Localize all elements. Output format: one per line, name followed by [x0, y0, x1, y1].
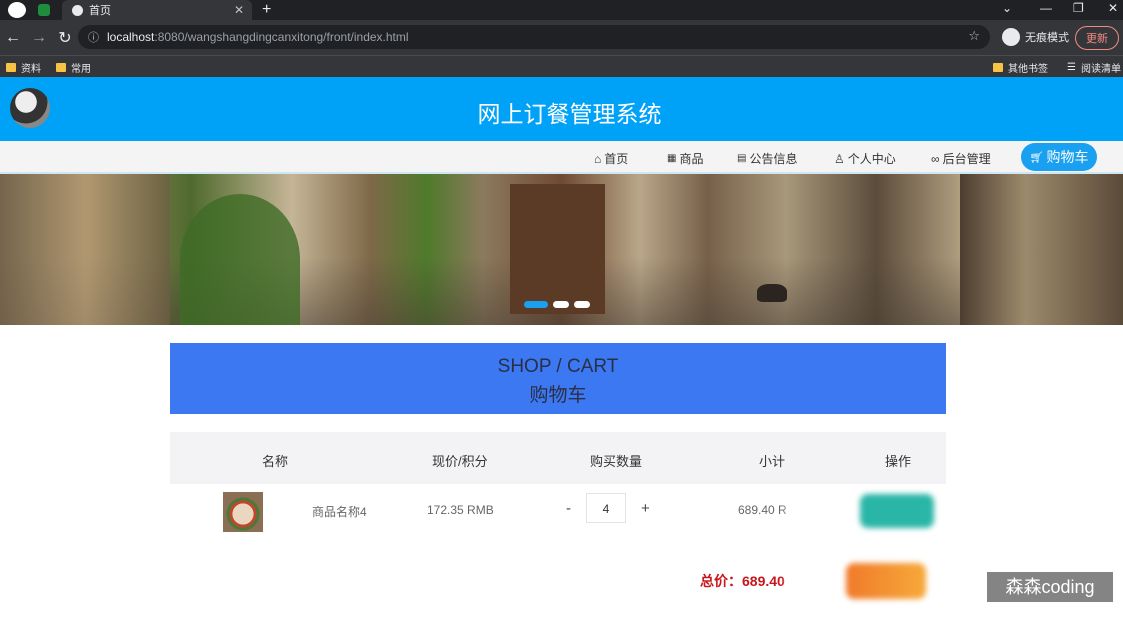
reload-icon[interactable]: ↻ [52, 28, 78, 48]
close-icon[interactable]: ✕ [1108, 1, 1118, 15]
star-icon[interactable]: ☆ [968, 28, 980, 44]
url-host: localhost [107, 30, 155, 44]
cart-icon: 🛒︎ [1029, 151, 1044, 164]
watermark: 森森coding [987, 572, 1113, 602]
nav-label: 商品 [679, 152, 704, 166]
folder-icon [6, 63, 16, 72]
nav-label: 个人中心 [847, 152, 896, 166]
carousel-dot[interactable] [524, 301, 548, 308]
quantity-increment-button[interactable]: + [641, 500, 650, 517]
incognito-indicator[interactable]: 无痕模式 [1002, 28, 1069, 46]
product-price: 172.35 RMB [427, 503, 494, 517]
home-icon: ⌂ [594, 151, 602, 166]
blur-overlay [787, 565, 827, 600]
update-button[interactable]: 更新 [1075, 26, 1119, 50]
bookmark-label: 资料 [21, 64, 41, 75]
notice-icon: ▤ [737, 153, 747, 164]
banner-tree [180, 194, 300, 325]
nav-label: 首页 [604, 152, 629, 166]
chevron-down-icon[interactable]: ⌄ [1002, 1, 1012, 15]
banner-door [510, 184, 605, 314]
restore-icon[interactable]: ❐ [1073, 1, 1084, 15]
nav-cart-label: 购物车 [1046, 149, 1089, 165]
incognito-icon [1002, 28, 1020, 46]
nav-cart-button[interactable]: 🛒︎ 购物车 [1021, 143, 1097, 171]
tab-title: 首页 [89, 5, 111, 17]
reading-list-icon: ☰ [1067, 62, 1076, 73]
cart-heading-zh: 购物车 [529, 385, 587, 406]
address-bar[interactable]: ⓘ localhost:8080/wangshangdingcanxitong/… [78, 25, 990, 49]
banner-image-part [0, 174, 170, 325]
globe-icon [72, 4, 83, 16]
link-icon: ∞ [931, 151, 940, 166]
bookmark-folder[interactable]: 资料 [6, 60, 41, 75]
carousel-dot[interactable] [574, 301, 590, 308]
sheet-tab-icon[interactable] [38, 4, 50, 16]
product-name[interactable]: 商品名称4 [312, 503, 367, 520]
carousel-dots [524, 301, 590, 308]
quantity-decrement-button[interactable]: - [566, 500, 571, 517]
banner-carousel[interactable] [0, 174, 1123, 325]
bookmark-label: 常用 [71, 64, 91, 75]
banner-cat [757, 284, 787, 302]
bookmark-label: 阅读清单 [1080, 64, 1121, 75]
nav-label: 公告信息 [749, 152, 798, 166]
table-row: 商品名称4 172.35 RMB - + 689.40 R [170, 484, 946, 536]
nav-item-notices[interactable]: ▤ 公告信息 [737, 150, 797, 167]
product-thumbnail[interactable] [223, 492, 263, 532]
reading-list[interactable]: ☰ 阅读清单 [1067, 60, 1121, 75]
nav-item-admin[interactable]: ∞ 后台管理 [931, 150, 991, 167]
user-icon: ♙ [834, 151, 845, 166]
checkout-button[interactable] [846, 563, 926, 599]
row-subtotal: 689.40 R [738, 503, 787, 517]
cart-total: 总价：689.40 [700, 573, 785, 589]
cart-heading: SHOP / CART 购物车 [170, 343, 946, 414]
new-tab-button[interactable]: + [262, 0, 271, 20]
nav-item-home[interactable]: ⌂ 首页 [594, 150, 628, 167]
browser-toolbar: ← → ↻ ⓘ localhost:8080/wangshangdingcanx… [0, 20, 1123, 55]
folder-icon [56, 63, 66, 72]
grid-icon: ▦ [667, 153, 677, 164]
carousel-dot[interactable] [553, 301, 569, 308]
bookmarks-bar: 资料 常用 其他书签 ☰ 阅读清单 [0, 55, 1123, 77]
back-arrow-icon[interactable]: ← [0, 29, 26, 47]
column-header: 操作 [885, 454, 912, 469]
cart-heading-en: SHOP / CART [497, 356, 619, 377]
quantity-input[interactable]: 4 [586, 493, 626, 523]
bookmark-folder[interactable]: 常用 [56, 60, 91, 75]
incognito-label: 无痕模式 [1025, 32, 1069, 44]
info-icon[interactable]: ⓘ [88, 29, 99, 45]
blur-overlay [787, 490, 822, 530]
column-header: 小计 [759, 454, 786, 469]
close-icon[interactable]: ✕ [234, 3, 244, 17]
folder-icon [993, 63, 1003, 72]
bookmark-label: 其他书签 [1008, 64, 1048, 75]
browser-tab-bar: 首页 ✕ + ⌄ — ❐ ✕ [0, 0, 1123, 20]
column-header: 名称 [262, 454, 289, 469]
url-path: :8080/wangshangdingcanxitong/front/index… [154, 30, 409, 44]
active-tab[interactable]: 首页 ✕ [62, 0, 252, 20]
delete-button[interactable] [860, 494, 934, 528]
site-title: 网上订餐管理系统 [477, 101, 662, 127]
globe-icon[interactable] [8, 2, 26, 18]
column-header: 现价/积分 [432, 454, 488, 469]
nav-item-profile[interactable]: ♙ 个人中心 [834, 150, 896, 167]
site-nav: ⌂ 首页 ▦ 商品 ▤ 公告信息 ♙ 个人中心 ∞ 后台管理 🛒︎ 购物车 [0, 141, 1123, 174]
bookmark-folder[interactable]: 其他书签 [993, 60, 1048, 75]
cart-table: 名称 现价/积分 购买数量 小计 操作 商品名称4 172.35 RMB - +… [170, 432, 946, 536]
nav-label: 后台管理 [942, 152, 991, 166]
table-header: 名称 现价/积分 购买数量 小计 操作 [170, 432, 946, 484]
banner-image-part [960, 174, 1123, 325]
site-header: 网上订餐管理系统 [0, 77, 1123, 141]
minimize-icon[interactable]: — [1040, 1, 1052, 15]
forward-arrow-icon[interactable]: → [26, 29, 52, 47]
nav-item-products[interactable]: ▦ 商品 [667, 150, 703, 167]
column-header: 购买数量 [590, 454, 643, 469]
